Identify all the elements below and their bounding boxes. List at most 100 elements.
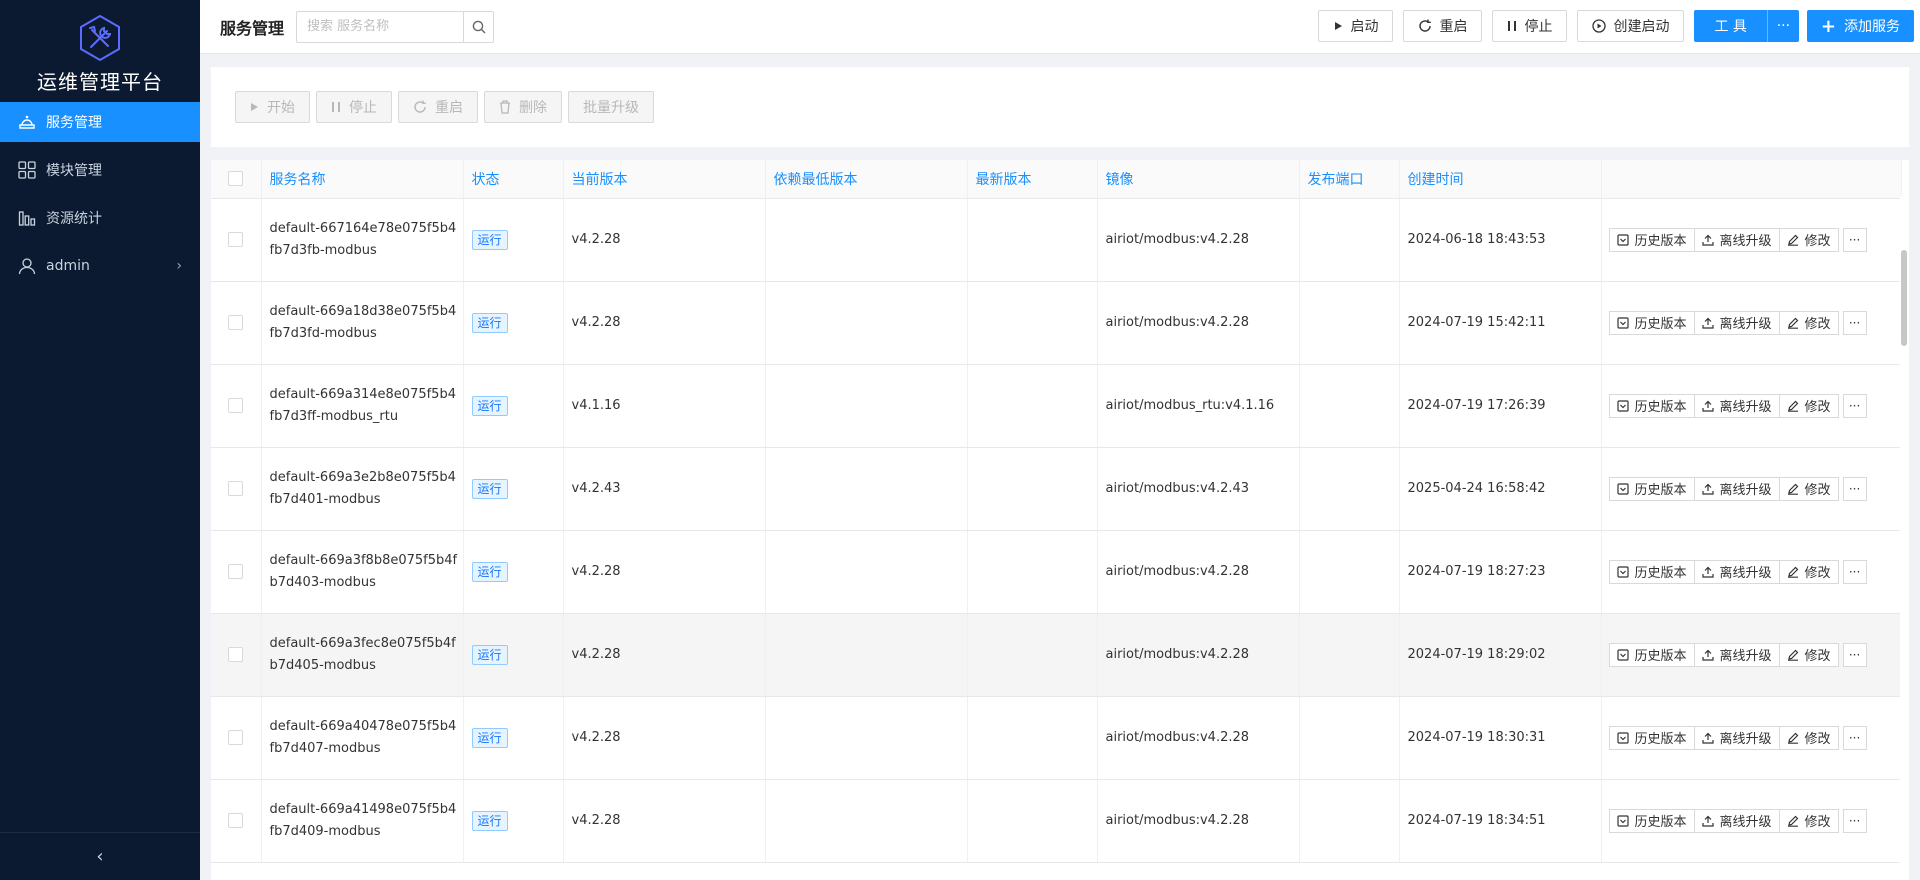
row-actions: 历史版本 离线升级 修改 ··· <box>1608 310 1893 335</box>
batch-stop-label: 停止 <box>349 100 377 116</box>
edit-button[interactable]: 修改 <box>1778 310 1839 335</box>
column-header[interactable]: 服务名称 <box>261 160 464 199</box>
history-version-button[interactable]: 历史版本 <box>1608 227 1695 252</box>
upload-icon <box>1701 317 1714 329</box>
more-actions-button[interactable]: ··· <box>1842 227 1867 252</box>
column-header[interactable]: 最新版本 <box>967 160 1098 199</box>
status-cell: 运行 <box>463 696 564 780</box>
created-time: 2024-06-18 18:43:53 <box>1399 198 1602 282</box>
edit-icon <box>1787 317 1799 329</box>
edit-button[interactable]: 修改 <box>1778 476 1839 501</box>
table-row[interactable]: default-669a3e2b8e075f5b4fb7d401-modbus … <box>211 447 1902 531</box>
history-version-button[interactable]: 历史版本 <box>1608 725 1695 750</box>
more-actions-button[interactable]: ··· <box>1842 310 1867 335</box>
batch-start-label: 开始 <box>267 100 295 116</box>
column-header[interactable]: 当前版本 <box>563 160 766 199</box>
offline-upgrade-button[interactable]: 离线升级 <box>1693 808 1780 833</box>
search-button[interactable] <box>463 11 493 42</box>
history-version-button[interactable]: 历史版本 <box>1608 559 1695 584</box>
table-row[interactable]: default-669a3fec8e075f5b4fb7d405-modbus … <box>211 613 1902 697</box>
offline-upgrade-button[interactable]: 离线升级 <box>1693 559 1780 584</box>
offline-upgrade-button[interactable]: 离线升级 <box>1693 725 1780 750</box>
latest-version <box>967 613 1098 697</box>
table-row[interactable]: default-669a314e8e075f5b4fb7d3ff-modbus_… <box>211 364 1902 448</box>
edit-button[interactable]: 修改 <box>1778 642 1839 667</box>
row-checkbox[interactable] <box>228 813 244 828</box>
offline-upgrade-button[interactable]: 离线升级 <box>1693 393 1780 418</box>
more-actions-button[interactable]: ··· <box>1842 808 1867 833</box>
edit-button[interactable]: 修改 <box>1778 559 1839 584</box>
row-checkbox[interactable] <box>228 647 244 662</box>
row-actions: 历史版本 离线升级 修改 ··· <box>1608 227 1893 252</box>
stop-button[interactable]: 停止 <box>1492 10 1568 42</box>
search-input[interactable] <box>297 11 464 42</box>
row-checkbox[interactable] <box>228 315 244 330</box>
restart-button[interactable]: 重启 <box>1403 10 1483 42</box>
edit-button[interactable]: 修改 <box>1778 725 1839 750</box>
more-actions-button[interactable]: ··· <box>1842 725 1867 750</box>
batch-restart-button[interactable]: 重启 <box>398 91 478 123</box>
latest-version <box>967 530 1098 614</box>
batch-start-button[interactable]: 开始 <box>235 91 310 123</box>
add-service-button-label: 添加服务 <box>1844 19 1900 35</box>
sidebar-item-module-management[interactable]: 模块管理 <box>0 150 200 190</box>
reload-icon <box>1418 19 1432 33</box>
select-all-checkbox[interactable] <box>228 171 244 187</box>
start-button[interactable]: 启动 <box>1318 10 1394 42</box>
sidebar-item-admin[interactable]: admin › <box>0 246 200 286</box>
edit-button[interactable]: 修改 <box>1778 227 1839 252</box>
edit-button[interactable]: 修改 <box>1778 808 1839 833</box>
row-actions: 历史版本 离线升级 修改 ··· <box>1608 642 1893 667</box>
create-start-button[interactable]: 创建启动 <box>1577 10 1685 42</box>
batch-delete-button[interactable]: 删除 <box>484 91 562 123</box>
table-row[interactable]: default-669a40478e075f5b4fb7d407-modbus … <box>211 696 1902 780</box>
row-checkbox[interactable] <box>228 481 244 496</box>
more-actions-button[interactable]: ··· <box>1842 559 1867 584</box>
offline-upgrade-button[interactable]: 离线升级 <box>1693 642 1780 667</box>
scrollbar-thumb[interactable] <box>1901 250 1907 346</box>
chevron-right-icon: › <box>176 258 182 274</box>
table-row[interactable]: default-669a3f8b8e075f5b4fb7d403-modbus … <box>211 530 1902 614</box>
offline-upgrade-button[interactable]: 离线升级 <box>1693 476 1780 501</box>
row-select-cell <box>211 198 262 282</box>
sidebar-item-label: 模块管理 <box>46 163 102 179</box>
add-service-button[interactable]: + 添加服务 <box>1806 10 1914 42</box>
more-actions-button[interactable]: ··· <box>1842 642 1867 667</box>
table-scrollbar[interactable] <box>1900 196 1908 880</box>
row-checkbox[interactable] <box>228 730 244 745</box>
batch-upgrade-button[interactable]: 批量升级 <box>568 91 654 123</box>
history-version-button[interactable]: 历史版本 <box>1608 808 1695 833</box>
published-port <box>1299 447 1400 531</box>
sidebar-item-service-management[interactable]: 服务管理 <box>0 102 200 142</box>
history-version-button[interactable]: 历史版本 <box>1608 642 1695 667</box>
status-cell: 运行 <box>463 779 564 863</box>
sidebar-item-resource-stats[interactable]: 资源统计 <box>0 198 200 238</box>
tools-more-button[interactable]: ··· <box>1766 10 1799 42</box>
edit-label: 修改 <box>1804 566 1831 581</box>
row-checkbox[interactable] <box>228 232 244 247</box>
edit-button[interactable]: 修改 <box>1778 393 1839 418</box>
row-checkbox[interactable] <box>228 564 244 579</box>
history-version-button[interactable]: 历史版本 <box>1608 310 1695 335</box>
more-actions-button[interactable]: ··· <box>1842 476 1867 501</box>
collapse-sidebar-button[interactable]: ‹ <box>0 832 200 880</box>
column-header[interactable]: 依赖最低版本 <box>765 160 968 199</box>
column-header[interactable]: 状态 <box>463 160 564 199</box>
more-actions-button[interactable]: ··· <box>1842 393 1867 418</box>
column-header[interactable]: 创建时间 <box>1399 160 1602 199</box>
row-checkbox[interactable] <box>228 398 244 413</box>
table-row[interactable]: default-669a41498e075f5b4fb7d409-modbus … <box>211 779 1902 863</box>
table-row[interactable]: default-667164e78e075f5b4fb7d3fb-modbus … <box>211 198 1902 282</box>
row-actions: 历史版本 离线升级 修改 ··· <box>1608 808 1893 833</box>
table-row[interactable]: default-669a18d38e075f5b4fb7d3fd-modbus … <box>211 281 1902 365</box>
offline-upgrade-button[interactable]: 离线升级 <box>1693 227 1780 252</box>
edit-label: 修改 <box>1804 649 1831 664</box>
batch-stop-button[interactable]: 停止 <box>316 91 392 123</box>
offline-upgrade-label: 离线升级 <box>1719 815 1772 830</box>
history-version-button[interactable]: 历史版本 <box>1608 476 1695 501</box>
offline-upgrade-button[interactable]: 离线升级 <box>1693 310 1780 335</box>
column-header[interactable]: 发布端口 <box>1299 160 1400 199</box>
column-header[interactable]: 镜像 <box>1097 160 1300 199</box>
tools-button[interactable]: 工 具 <box>1694 10 1767 42</box>
history-version-button[interactable]: 历史版本 <box>1608 393 1695 418</box>
